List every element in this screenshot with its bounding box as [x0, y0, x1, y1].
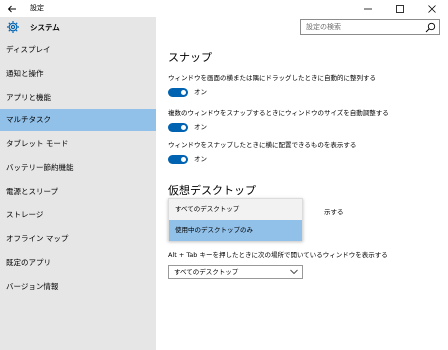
sidebar-item-storage[interactable]: ストレージ [0, 204, 156, 226]
snap-setting-2-toggle[interactable] [168, 123, 188, 132]
search-icon[interactable] [425, 22, 436, 33]
sidebar: システム ディスプレイ 通知と操作 アプリと機能 マルチタスク タブレット モー… [0, 17, 156, 350]
dropdown-option-all-desktops[interactable]: すべてのデスクトップ [169, 199, 302, 220]
sidebar-item-notifications[interactable]: 通知と操作 [0, 63, 156, 85]
snap-setting-2-state: オン [194, 123, 207, 131]
title-bar: 設定 [0, 0, 448, 17]
taskbar-windows-dropdown-list: すべてのデスクトップ 使用中のデスクトップのみ [168, 198, 303, 241]
snap-setting-1-state: オン [194, 88, 207, 96]
snap-setting-1-toggle[interactable] [168, 88, 188, 97]
snap-setting-3-label: ウィンドウをスナップしたときに横に配置できるものを表示する [168, 141, 357, 149]
sidebar-item-apps[interactable]: アプリと機能 [0, 87, 156, 109]
search-placeholder: 設定の検索 [306, 23, 341, 31]
sidebar-item-offline-maps[interactable]: オフライン マップ [0, 228, 156, 250]
partially-hidden-label: 示する [324, 208, 344, 216]
gear-icon [7, 21, 19, 33]
sidebar-item-about[interactable]: バージョン情報 [0, 276, 156, 298]
toggle-knob [181, 90, 186, 95]
alt-tab-setting-label: Alt + Tab キーを押したときに次の場所で開いているウィンドウを表示する [168, 251, 388, 259]
alt-tab-select[interactable]: すべてのデスクトップ [168, 265, 303, 279]
sidebar-item-multitasking[interactable]: マルチタスク [0, 109, 156, 131]
snap-setting-2-label: 複数のウィンドウをスナップするときにウィンドウのサイズを自動調整する [168, 109, 389, 117]
maximize-button[interactable] [384, 0, 416, 17]
toggle-knob [181, 125, 186, 130]
snap-section-title: スナップ [168, 51, 212, 64]
sidebar-item-display[interactable]: ディスプレイ [0, 39, 156, 61]
sidebar-item-power-sleep[interactable]: 電源とスリープ [0, 181, 156, 203]
chevron-down-icon [290, 269, 298, 275]
toggle-knob [181, 157, 186, 162]
sidebar-item-tablet-mode[interactable]: タブレット モード [0, 133, 156, 155]
minimize-icon [364, 8, 372, 9]
close-icon [428, 4, 436, 13]
snap-setting-3-toggle[interactable] [168, 155, 188, 164]
search-input[interactable]: 設定の検索 [300, 19, 440, 35]
maximize-icon [396, 4, 404, 13]
alt-tab-select-value: すべてのデスクトップ [174, 268, 239, 276]
page-title: システム [30, 23, 60, 32]
dropdown-option-current-desktop[interactable]: 使用中のデスクトップのみ [169, 220, 302, 241]
window-title: 設定 [30, 4, 44, 12]
close-button[interactable] [416, 0, 448, 17]
virtual-desktops-section-title: 仮想デスクトップ [168, 184, 256, 197]
sidebar-item-battery-saver[interactable]: バッテリー節約機能 [0, 157, 156, 179]
main-content: スナップ ウィンドウを画面の横または隅にドラッグしたときに自動的に整列する オン… [156, 17, 448, 350]
sidebar-item-default-apps[interactable]: 既定のアプリ [0, 252, 156, 274]
snap-setting-1-label: ウィンドウを画面の横または隅にドラッグしたときに自動的に整列する [168, 74, 376, 82]
back-arrow-icon [7, 5, 16, 12]
minimize-button[interactable] [352, 0, 384, 17]
snap-setting-3-state: オン [194, 155, 207, 163]
sidebar-header: システム [0, 17, 156, 37]
back-button[interactable] [3, 0, 21, 17]
